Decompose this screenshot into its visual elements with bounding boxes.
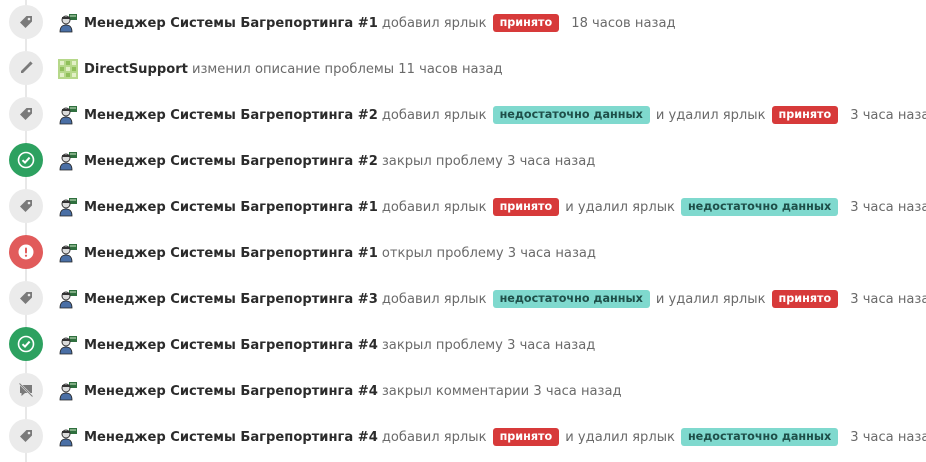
event-time[interactable]: 3 часа назад (850, 430, 926, 445)
timeline-event: Менеджер Системы Багрепортинга #1 открыл… (0, 230, 926, 276)
timeline-event: Менеджер Системы Багрепортинга #3 добави… (0, 276, 926, 322)
label-accepted[interactable]: принято (492, 198, 560, 216)
timeline-event: Менеджер Системы Багрепортинга #1 добави… (0, 0, 926, 46)
comment-closed-icon (9, 373, 43, 407)
label-insufficient-data[interactable]: недостаточно данных (680, 428, 839, 446)
bot-avatar[interactable] (58, 243, 78, 263)
tag-icon (9, 281, 43, 315)
label-insufficient-data[interactable]: недостаточно данных (680, 198, 839, 216)
label-accepted[interactable]: принято (492, 428, 560, 446)
actor-name[interactable]: Менеджер Системы Багрепортинга #4 (84, 430, 378, 445)
event-time[interactable]: 18 часов назад (571, 16, 675, 31)
event-action: закрыл проблему 3 часа назад (381, 153, 596, 169)
timeline-event: Менеджер Системы Багрепортинга #4 добави… (0, 414, 926, 460)
timeline-event: Менеджер Системы Багрепортинга #4 закрыл… (0, 368, 926, 414)
event-action: закрыл проблему 3 часа назад (381, 337, 596, 353)
label-accepted[interactable]: принято (492, 14, 560, 32)
tag-icon (9, 5, 43, 39)
actor-name[interactable]: Менеджер Системы Багрепортинга #1 (84, 246, 378, 261)
event-action-removed: и удалил ярлык (655, 291, 766, 307)
event-time[interactable]: 3 часа назад (850, 108, 926, 123)
timeline-event: Менеджер Системы Багрепортинга #1 добави… (0, 184, 926, 230)
bot-avatar[interactable] (58, 13, 78, 33)
alert-circle-icon (9, 235, 43, 269)
timeline-event: Менеджер Системы Багрепортинга #2 добави… (0, 92, 926, 138)
check-circle-icon (9, 327, 43, 361)
label-accepted[interactable]: принято (771, 106, 839, 124)
bot-avatar[interactable] (58, 105, 78, 125)
bot-avatar[interactable] (58, 381, 78, 401)
event-action-removed: и удалил ярлык (565, 199, 675, 215)
event-action-removed: и удалил ярлык (655, 107, 766, 123)
event-action-removed: и удалил ярлык (565, 429, 675, 445)
check-circle-icon (9, 143, 43, 177)
tag-icon (9, 189, 43, 223)
bot-avatar[interactable] (58, 197, 78, 217)
event-action: добавил ярлык (381, 429, 487, 445)
event-action: закрыл комментарии 3 часа назад (381, 383, 622, 399)
label-accepted[interactable]: принято (771, 290, 839, 308)
directsupport-avatar[interactable] (58, 59, 78, 79)
actor-name[interactable]: Менеджер Системы Багрепортинга #2 (84, 154, 378, 169)
bot-avatar[interactable] (58, 427, 78, 447)
label-insufficient-data[interactable]: недостаточно данных (492, 290, 650, 308)
tag-icon (9, 97, 43, 131)
actor-name[interactable]: Менеджер Системы Багрепортинга #4 (84, 338, 378, 353)
pencil-icon (9, 51, 43, 85)
event-action: добавил ярлык (381, 291, 487, 307)
bot-avatar[interactable] (58, 335, 78, 355)
timeline-event: Менеджер Системы Багрепортинга #2 закрыл… (0, 138, 926, 184)
timeline-event: Менеджер Системы Багрепортинга #4 закрыл… (0, 322, 926, 368)
bot-avatar[interactable] (58, 289, 78, 309)
event-action: добавил ярлык (381, 199, 487, 215)
event-action: добавил ярлык (381, 15, 487, 31)
event-action: изменил описание проблемы 11 часов назад (191, 61, 503, 77)
event-time[interactable]: 3 часа назад (850, 292, 926, 307)
actor-name[interactable]: Менеджер Системы Багрепортинга #3 (84, 292, 378, 307)
actor-name[interactable]: Менеджер Системы Багрепортинга #4 (84, 384, 378, 399)
tag-icon (9, 419, 43, 453)
actor-name[interactable]: Менеджер Системы Багрепортинга #1 (84, 16, 378, 31)
timeline-event: DirectSupport изменил описание проблемы … (0, 46, 926, 92)
actor-name[interactable]: Менеджер Системы Багрепортинга #1 (84, 200, 378, 215)
bot-avatar[interactable] (58, 151, 78, 171)
actor-name[interactable]: DirectSupport (84, 62, 188, 77)
event-time[interactable]: 3 часа назад (850, 200, 926, 215)
event-action: добавил ярлык (381, 107, 487, 123)
label-insufficient-data[interactable]: недостаточно данных (492, 106, 650, 124)
actor-name[interactable]: Менеджер Системы Багрепортинга #2 (84, 108, 378, 123)
event-action: открыл проблему 3 часа назад (381, 245, 596, 261)
